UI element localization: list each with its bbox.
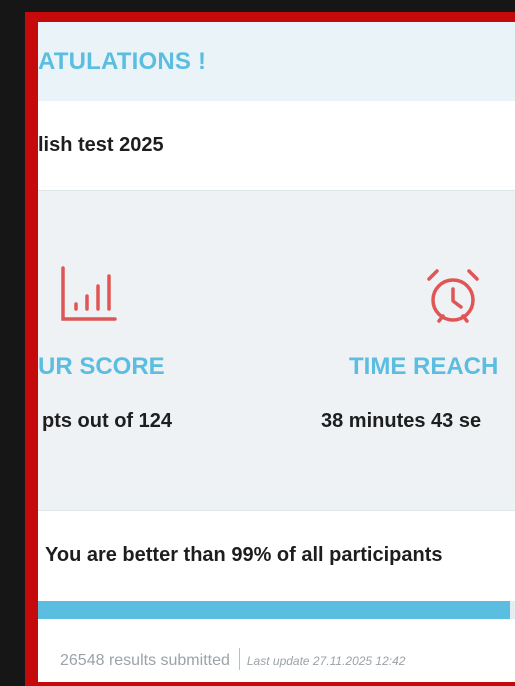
ranking-row: You are better than 99% of all participa… xyxy=(38,511,515,601)
test-name: lish test 2025 xyxy=(38,134,164,156)
ranking-text: You are better than 99% of all participa… xyxy=(45,544,443,566)
congratulations-title: ATULATIONS ! xyxy=(38,48,207,75)
results-header: ATULATIONS ! xyxy=(38,22,515,101)
time-label: TIME REACH xyxy=(349,353,499,380)
results-footer: 26548 results submitted Last update 27.11… xyxy=(38,619,515,682)
test-name-row: lish test 2025 xyxy=(38,101,515,191)
alarm-clock-icon xyxy=(427,269,479,323)
bar-chart-icon xyxy=(61,266,117,321)
results-card: ATULATIONS ! lish test 2025 UR SCORE TIM… xyxy=(38,22,515,682)
results-submitted-count: 26548 results submitted xyxy=(60,652,230,670)
footer-separator xyxy=(238,648,240,670)
last-update-text: Last update 27.11.2025 12:42 xyxy=(246,654,406,669)
footer-line: 26548 results submitted Last update 27.11… xyxy=(60,648,406,672)
ranking-progress-fill xyxy=(38,601,511,619)
stats-panel: UR SCORE TIME REACH pts out of 124 38 mi… xyxy=(38,191,515,511)
time-value: 38 minutes 43 se xyxy=(321,410,482,432)
score-label: UR SCORE xyxy=(38,353,165,380)
score-value: pts out of 124 xyxy=(42,410,173,432)
ranking-progress-bar xyxy=(38,601,515,619)
